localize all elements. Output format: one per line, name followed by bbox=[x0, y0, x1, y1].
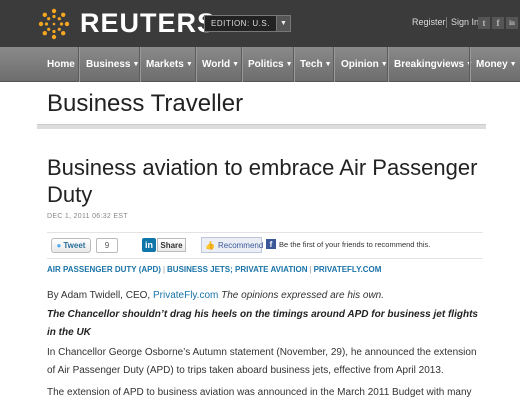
nav-label: Breakingviews bbox=[394, 59, 465, 70]
nav-item-home[interactable]: Home bbox=[47, 47, 75, 82]
byline-link[interactable]: PrivateFly.com bbox=[153, 290, 218, 301]
sign-in-link[interactable]: Sign In bbox=[451, 17, 479, 27]
share-bar-divider bbox=[47, 232, 483, 233]
reuters-logo-icon[interactable] bbox=[37, 7, 71, 41]
nav-divider bbox=[139, 47, 140, 82]
twitter-icon[interactable]: t bbox=[478, 17, 490, 29]
divider bbox=[446, 17, 447, 28]
nav-divider bbox=[78, 47, 79, 82]
nav-item-world[interactable]: World ▼ bbox=[202, 47, 239, 82]
thumbs-up-icon: 👍 bbox=[205, 240, 215, 250]
nav-divider bbox=[469, 47, 470, 82]
tag-link[interactable]: BUSINESS JETS; PRIVATE AVIATION bbox=[167, 265, 307, 274]
nav-item-politics[interactable]: Politics ▼ bbox=[248, 47, 293, 82]
nav-item-tech[interactable]: Tech ▼ bbox=[300, 47, 332, 82]
edition-label: EDITION: U.S. bbox=[211, 19, 270, 28]
nav-item-markets[interactable]: Markets ▼ bbox=[146, 47, 193, 82]
tag-link[interactable]: AIR PASSENGER DUTY (APD) bbox=[47, 265, 161, 274]
chevron-down-icon[interactable]: ▼ bbox=[275, 16, 290, 31]
caret-down-icon: ▼ bbox=[232, 61, 240, 68]
section-title[interactable]: Business Traveller bbox=[47, 90, 243, 118]
facebook-icon[interactable]: f bbox=[492, 17, 504, 29]
linkedin-icon[interactable]: in bbox=[506, 17, 518, 29]
nav-item-opinion[interactable]: Opinion ▼ bbox=[341, 47, 388, 82]
top-bar: REUTERS EDITION: U.S. ▼ Register Sign In… bbox=[0, 0, 520, 47]
tweet-count: 9 bbox=[96, 238, 118, 253]
main-nav: Home Business ▼ Markets ▼ World ▼ Politics ▼… bbox=[0, 47, 520, 82]
tag-separator: | bbox=[309, 265, 312, 274]
nav-label: Tech bbox=[300, 59, 323, 70]
nav-divider bbox=[195, 47, 196, 82]
nav-item-money[interactable]: Money ▼ bbox=[476, 47, 517, 82]
article-dateline: DEC 1, 2011 06:32 EST bbox=[47, 213, 128, 220]
edition-selector[interactable]: EDITION: U.S. ▼ bbox=[204, 15, 291, 32]
nav-divider bbox=[387, 47, 388, 82]
tweet-button[interactable]: ● Tweet bbox=[51, 238, 91, 253]
byline-disclaimer: The opinions expressed are his own. bbox=[218, 290, 385, 301]
nav-divider bbox=[333, 47, 334, 82]
article-headline: Business aviation to embrace Air Passeng… bbox=[47, 155, 478, 207]
register-link[interactable]: Register bbox=[412, 17, 446, 27]
article-paragraph: In Chancellor George Osborne’s Autumn st… bbox=[47, 347, 477, 376]
linkedin-share-button[interactable]: Share bbox=[157, 238, 186, 252]
byline-prefix: By Adam Twidell, CEO, bbox=[47, 290, 153, 301]
nav-label: Markets bbox=[146, 59, 184, 70]
facebook-icon: f bbox=[266, 239, 276, 249]
nav-label: Business bbox=[86, 59, 131, 70]
brand-name[interactable]: REUTERS bbox=[80, 8, 216, 39]
nav-label: Money bbox=[476, 59, 508, 70]
tweet-label: Tweet bbox=[63, 241, 86, 250]
tag-separator: | bbox=[162, 265, 166, 274]
caret-down-icon: ▼ bbox=[324, 61, 332, 68]
nav-label: World bbox=[202, 59, 231, 70]
share-bar-divider bbox=[47, 258, 483, 259]
caret-down-icon: ▼ bbox=[285, 61, 293, 68]
tag-link[interactable]: PRIVATEFLY.COM bbox=[314, 265, 382, 274]
article-byline: By Adam Twidell, CEO, PrivateFly.com The… bbox=[47, 287, 487, 305]
article-paragraph: The extension of APD to business aviatio… bbox=[47, 387, 472, 398]
nav-divider bbox=[293, 47, 294, 82]
nav-label: Home bbox=[47, 59, 75, 70]
caret-down-icon: ▼ bbox=[509, 61, 517, 68]
recommend-label: Recommend bbox=[217, 240, 264, 250]
nav-item-breakingviews[interactable]: Breakingviews▼ bbox=[394, 47, 473, 82]
nav-label: Politics bbox=[248, 59, 284, 70]
section-divider bbox=[37, 124, 486, 129]
linkedin-icon[interactable]: in bbox=[142, 238, 156, 252]
caret-down-icon: ▼ bbox=[185, 61, 193, 68]
facebook-recommend-button[interactable]: 👍 Recommend bbox=[201, 237, 264, 253]
nav-item-business[interactable]: Business ▼ bbox=[86, 47, 139, 82]
nav-divider bbox=[241, 47, 242, 82]
twitter-bird-icon: ● bbox=[56, 241, 62, 250]
facebook-social-text: Be the first of your friends to recommen… bbox=[279, 240, 431, 249]
article-tags: AIR PASSENGER DUTY (APD) | BUSINESS JETS; … bbox=[47, 265, 381, 274]
article-lead: The Chancellor shouldn’t drag his heels … bbox=[47, 309, 478, 338]
nav-label: Opinion bbox=[341, 59, 379, 70]
